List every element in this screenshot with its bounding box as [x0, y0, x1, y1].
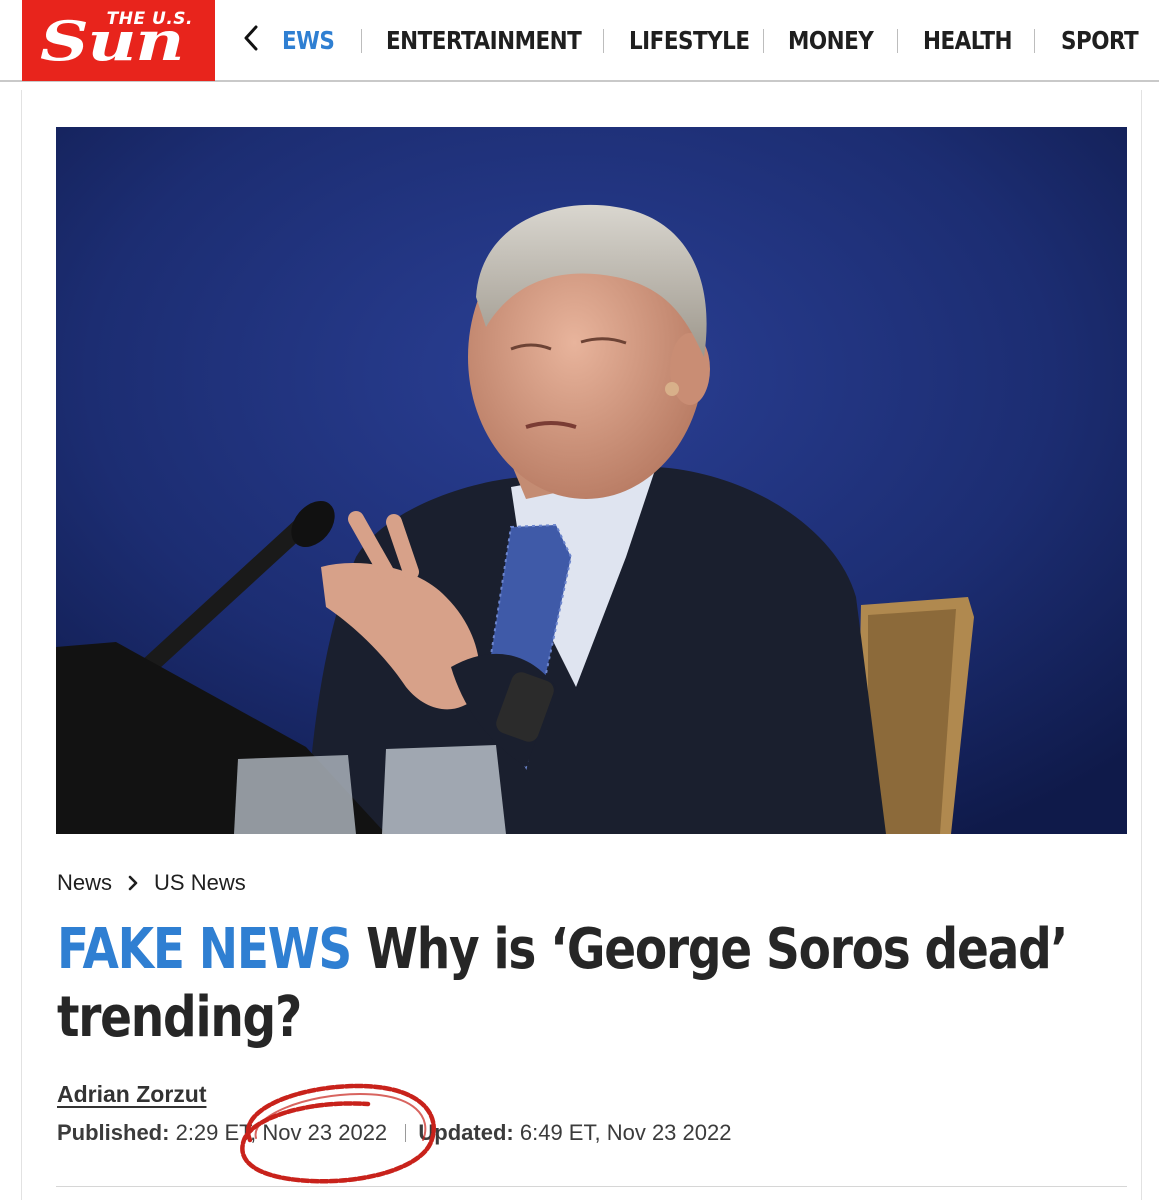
nav-item-news[interactable]: EWS — [282, 24, 335, 58]
author-link[interactable]: Adrian Zorzut — [57, 1081, 207, 1108]
page-rail-right — [1141, 90, 1142, 1200]
nav-item-money[interactable]: MONEY — [788, 24, 874, 58]
nav-item-health[interactable]: HEALTH — [923, 24, 1013, 58]
nav-divider — [603, 29, 604, 53]
nav-divider — [763, 29, 764, 53]
hero-photo-illustration — [56, 127, 1127, 834]
section-navigation: EWS ENTERTAINMENT LIFESTYLE MONEY HEALTH… — [268, 0, 1159, 82]
top-navigation-bar: THE U.S. Sun EWS ENTERTAINMENT LIFESTYLE… — [0, 0, 1159, 82]
updated-value: 6:49 ET, Nov 23 2022 — [519, 1120, 732, 1145]
content-divider — [56, 1186, 1127, 1187]
logo-big-text: Sun — [40, 9, 184, 73]
chevron-right-icon — [126, 874, 140, 892]
nav-item-lifestyle[interactable]: LIFESTYLE — [629, 24, 750, 58]
nav-divider — [1034, 29, 1035, 53]
article-dates: Published: 2:29 ET, Nov 23 2022 Updated:… — [57, 1120, 731, 1146]
nav-divider — [361, 29, 362, 53]
nav-item-entertainment[interactable]: ENTERTAINMENT — [386, 24, 582, 58]
breadcrumb-news-link[interactable]: News — [57, 870, 112, 896]
article-hero-image — [56, 127, 1127, 834]
headline-kicker: FAKE NEWS — [57, 917, 352, 982]
page-rail-left — [21, 90, 22, 1200]
nav-item-sport[interactable]: SPORT — [1061, 24, 1139, 58]
updated-label: Updated: — [418, 1120, 514, 1145]
breadcrumb-us-news-link[interactable]: US News — [154, 870, 246, 896]
nav-divider — [897, 29, 898, 53]
the-us-sun-logo[interactable]: THE U.S. Sun — [22, 0, 215, 81]
dates-divider — [405, 1124, 407, 1142]
chevron-left-icon — [244, 25, 258, 51]
published-value: 2:29 ET, Nov 23 2022 — [175, 1120, 388, 1145]
article-headline: FAKE NEWS Why is ‘George Soros dead’ tre… — [57, 916, 1099, 1052]
published-label: Published: — [57, 1120, 170, 1145]
breadcrumb: News US News — [57, 870, 246, 896]
nav-scroll-back-button[interactable] — [236, 18, 266, 58]
